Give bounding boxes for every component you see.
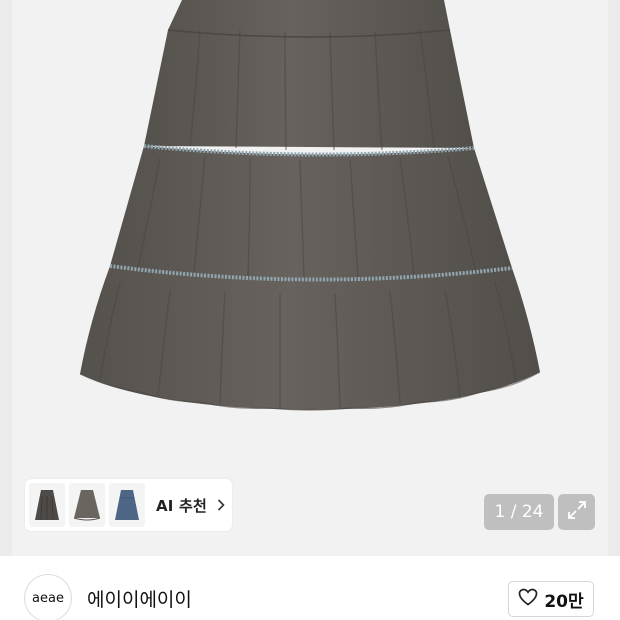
like-button[interactable]: 20만 bbox=[508, 581, 594, 617]
image-counter: 1 / 24 bbox=[484, 494, 554, 530]
product-image-gallery[interactable]: AI 추천 1 / 24 bbox=[0, 0, 620, 556]
shop-logo[interactable]: aeae bbox=[24, 574, 72, 620]
like-count: 20만 bbox=[544, 591, 584, 612]
thumb-dark-skirt-icon[interactable] bbox=[29, 483, 65, 527]
product-detail-page: AI 추천 1 / 24 aeae 에이이에이이 20만 bbox=[0, 0, 620, 620]
thumb-gray-skirt-icon[interactable] bbox=[69, 483, 105, 527]
chevron-right-icon bbox=[217, 498, 227, 512]
ai-recommend-card[interactable]: AI 추천 bbox=[25, 479, 232, 531]
thumb-denim-skirt-icon[interactable] bbox=[109, 483, 145, 527]
shop-info-row: aeae 에이이에이이 20만 bbox=[0, 556, 620, 620]
shop-name[interactable]: 에이이에이이 bbox=[87, 585, 192, 612]
expand-button[interactable] bbox=[558, 494, 595, 530]
ai-recommend-label: AI 추천 bbox=[156, 496, 208, 515]
expand-icon bbox=[566, 499, 588, 525]
heart-icon bbox=[518, 588, 538, 610]
product-skirt-image[interactable] bbox=[0, 0, 620, 556]
